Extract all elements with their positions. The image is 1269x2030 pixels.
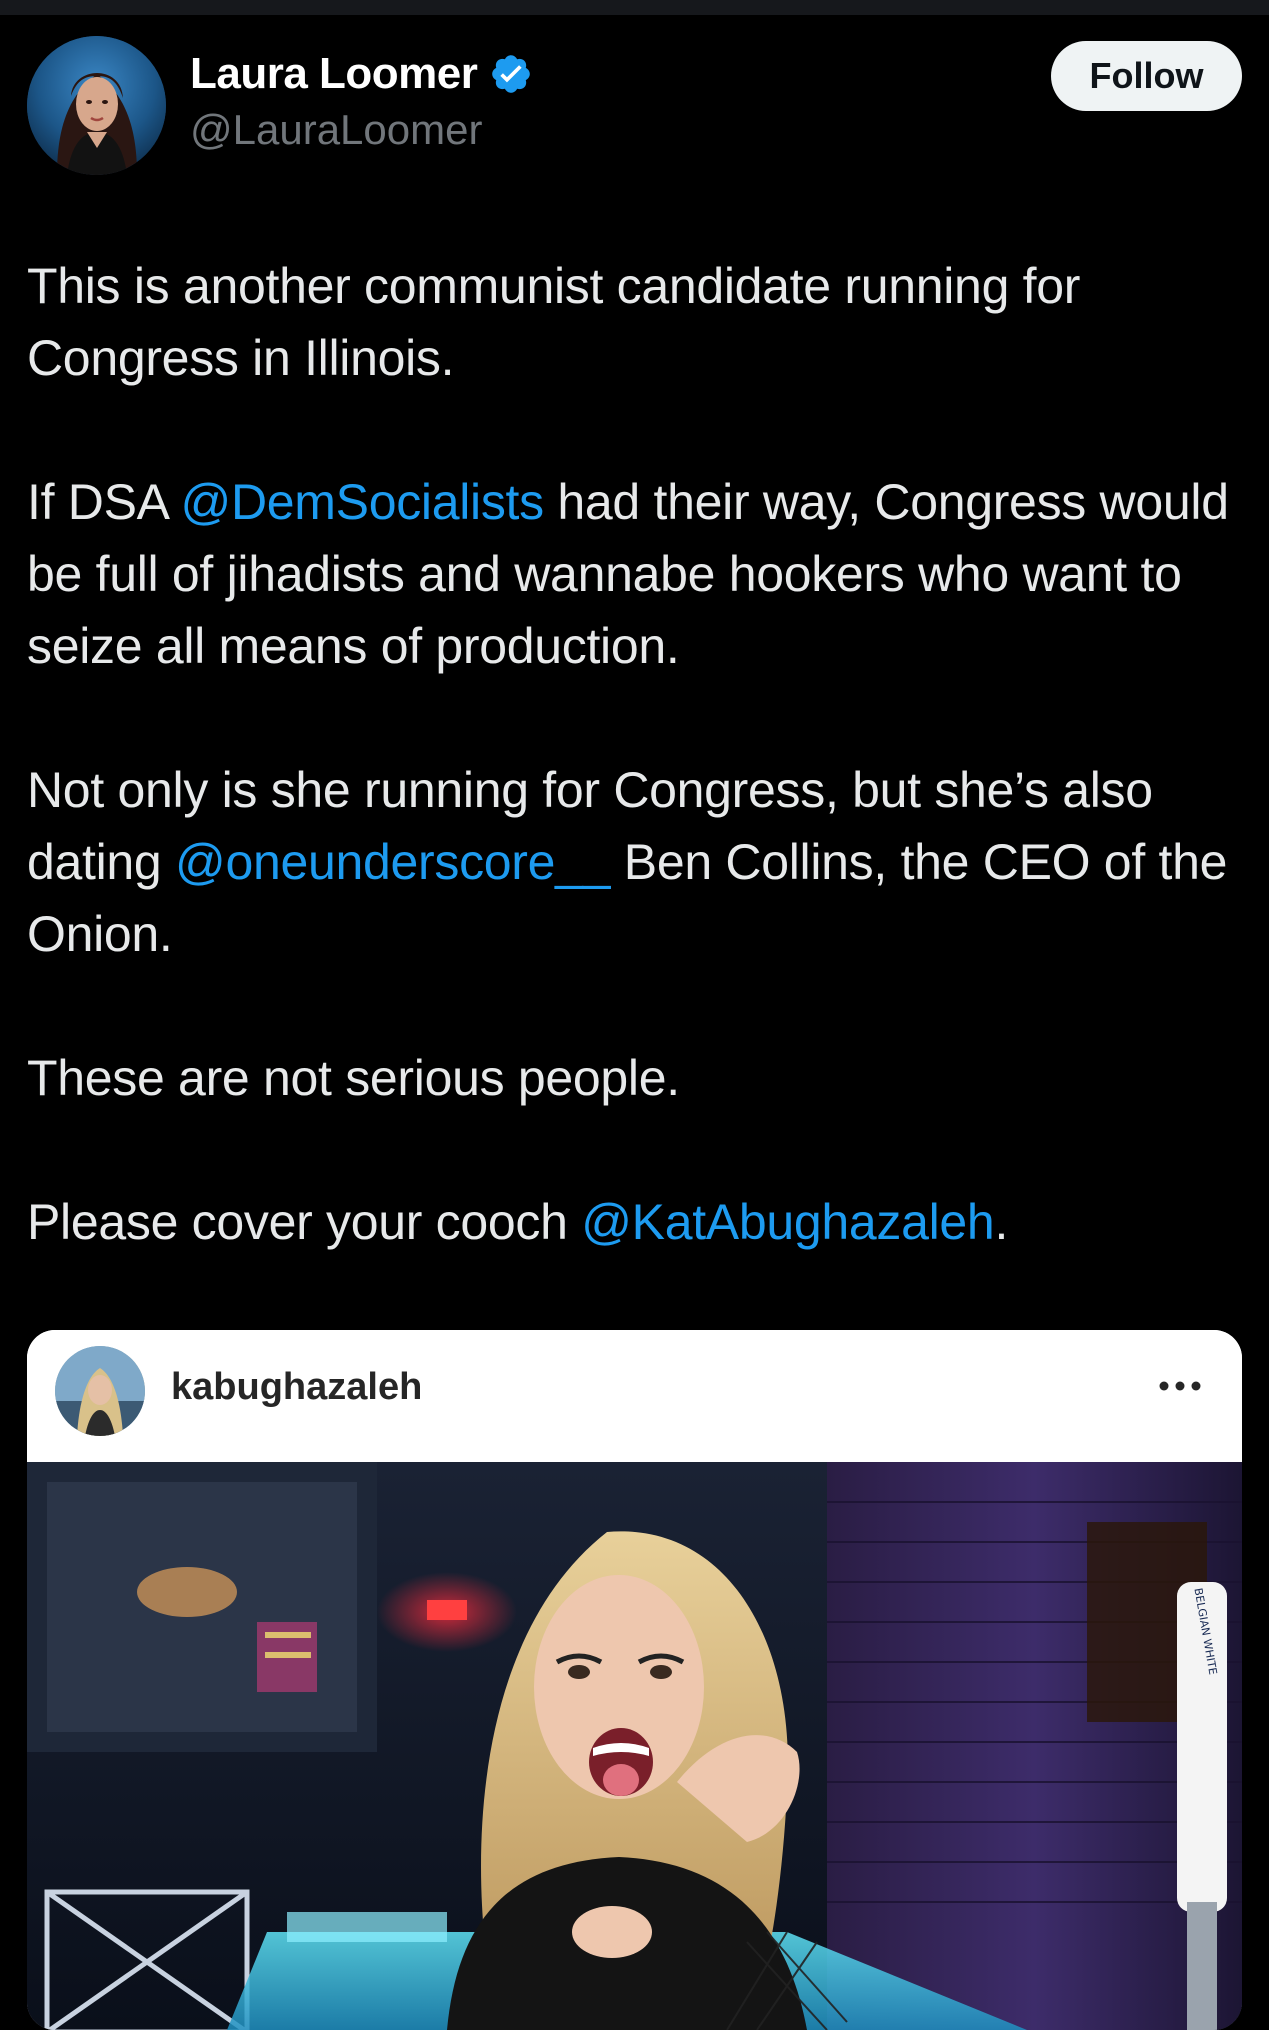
author-avatar-image <box>27 36 166 175</box>
author-display-name[interactable]: Laura Loomer <box>190 49 478 99</box>
display-name-row: Laura Loomer <box>190 46 533 102</box>
tweet-text: This is another communist candidate runn… <box>27 250 1242 1330</box>
author-handle[interactable]: @LauraLoomer <box>190 106 533 154</box>
tweet-paragraph: These are not serious people. <box>27 1042 1242 1114</box>
tweet-text-segment: This is another communist candidate runn… <box>27 258 1081 386</box>
embedded-post-avatar <box>55 1346 145 1436</box>
follow-button[interactable]: Follow <box>1051 41 1242 111</box>
mention-link-oneunderscore[interactable]: @oneunderscore__ <box>175 834 610 890</box>
mention-link-demsocialists[interactable]: @DemSocialists <box>181 474 545 530</box>
tweet-paragraph: Not only is she running for Congress, bu… <box>27 754 1242 970</box>
tweet-text-segment: These are not serious people. <box>27 1050 680 1106</box>
bar-scene-image: BELGIAN WHITE <box>27 1462 1242 2030</box>
tweet-paragraph: This is another communist candidate runn… <box>27 250 1242 394</box>
embedded-media-card[interactable]: kabughazaleh BELGIAN WHITE <box>27 1330 1242 2030</box>
tweet-text-segment: If DSA <box>27 474 181 530</box>
tweet-text-segment: . <box>994 1194 1009 1250</box>
author-name-block: Laura Loomer @LauraLoomer <box>190 46 533 154</box>
tweet-paragraph: If DSA @DemSocialists had their way, Con… <box>27 466 1242 682</box>
tweet-paragraph: Please cover your cooch @KatAbughazaleh. <box>27 1186 1242 1258</box>
more-horizontal-icon[interactable] <box>1156 1370 1204 1402</box>
tweet-header: Laura Loomer @LauraLoomer Follow <box>27 36 1242 178</box>
top-strip <box>0 0 1269 15</box>
embedded-post-header: kabughazaleh <box>27 1330 1242 1462</box>
mention-link-katabughazaleh[interactable]: @KatAbughazaleh <box>581 1194 995 1250</box>
embedded-post-photo[interactable]: BELGIAN WHITE <box>27 1462 1242 2030</box>
author-avatar[interactable] <box>27 36 166 175</box>
tweet-text-segment: Please cover your cooch <box>27 1194 582 1250</box>
verified-badge-icon <box>489 52 533 96</box>
embedded-post-username[interactable]: kabughazaleh <box>171 1366 422 1409</box>
embedded-avatar-image <box>55 1346 145 1436</box>
